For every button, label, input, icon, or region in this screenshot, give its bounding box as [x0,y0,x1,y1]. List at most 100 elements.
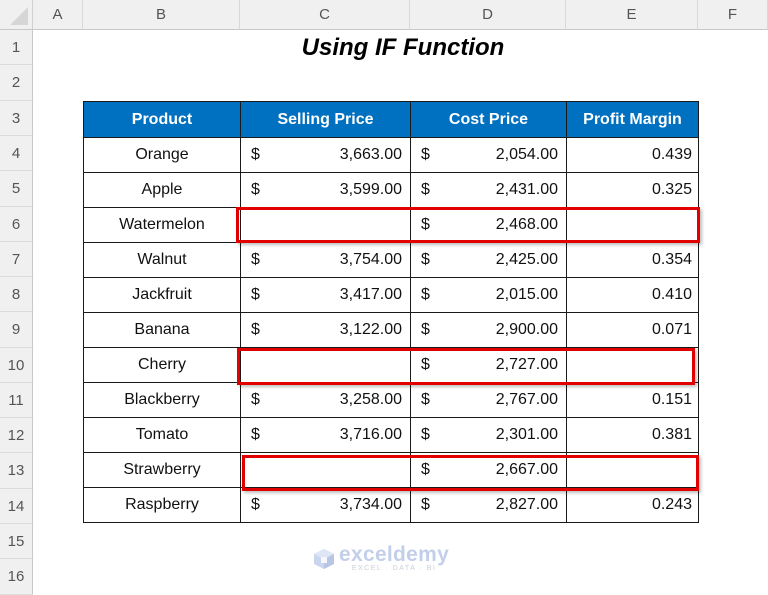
column-header-e[interactable]: E [566,0,698,30]
profit-margin-cell[interactable]: 0.381 [566,417,699,453]
selling-price-cell[interactable]: $3,663.00 [240,137,411,173]
row-header-15[interactable]: 15 [0,524,33,559]
product-cell[interactable]: Tomato [83,417,241,453]
selling-price-cell[interactable]: $3,716.00 [240,417,411,453]
product-cell[interactable]: Jackfruit [83,277,241,313]
selling-price-cell[interactable] [240,452,411,488]
currency-value: $2,767.00 [411,391,566,409]
header-cost-price[interactable]: Cost Price [410,101,567,138]
cost-price-cell[interactable]: $2,900.00 [410,312,567,348]
row-header-16[interactable]: 16 [0,559,33,595]
cost-price-cell[interactable]: $2,425.00 [410,242,567,278]
cost-price-cell[interactable]: $2,827.00 [410,487,567,523]
row-header-4[interactable]: 4 [0,136,33,171]
currency-value: $3,754.00 [241,251,410,269]
product-cell[interactable]: Cherry [83,347,241,383]
cost-price-cell[interactable]: $2,054.00 [410,137,567,173]
row-header-12[interactable]: 12 [0,418,33,453]
product-cell[interactable]: Orange [83,137,241,173]
header-profit-margin[interactable]: Profit Margin [566,101,699,138]
cost-price-cell[interactable]: $2,468.00 [410,207,567,243]
profit-margin-cell[interactable] [566,207,699,243]
selling-price-cell[interactable]: $3,734.00 [240,487,411,523]
row-header-13[interactable]: 13 [0,453,33,489]
profit-margin-cell[interactable]: 0.354 [566,242,699,278]
row-header-8[interactable]: 8 [0,277,33,312]
product-cell[interactable]: Banana [83,312,241,348]
row-header-3[interactable]: 3 [0,101,33,136]
product-cell[interactable]: Apple [83,172,241,208]
profit-margin-cell[interactable]: 0.325 [566,172,699,208]
currency-value: $2,301.00 [411,426,566,444]
selling-price-cell[interactable]: $3,122.00 [240,312,411,348]
currency-value: $3,734.00 [241,496,410,514]
row-header-11[interactable]: 11 [0,383,33,418]
column-header-b[interactable]: B [83,0,240,30]
product-cell[interactable]: Strawberry [83,452,241,488]
selling-price-cell[interactable]: $3,754.00 [240,242,411,278]
currency-symbol: $ [421,461,430,478]
currency-value: $2,425.00 [411,251,566,269]
profit-margin-cell[interactable] [566,452,699,488]
profit-margin-cell[interactable] [566,347,699,383]
profit-margin-cell[interactable]: 0.410 [566,277,699,313]
product-cell[interactable]: Walnut [83,242,241,278]
profit-margin-value: 0.410 [651,286,692,303]
amount: 2,301.00 [495,426,558,443]
amount: 3,417.00 [339,286,402,303]
table-row: Banana $3,122.00 $2,900.00 0.071 [83,312,699,348]
currency-symbol: $ [251,251,260,268]
row-header-1[interactable]: 1 [0,30,33,65]
cost-price-cell[interactable]: $2,015.00 [410,277,567,313]
currency-value: $3,122.00 [241,321,410,339]
table-row: Cherry $2,727.00 [83,347,699,383]
selling-price-cell[interactable] [240,207,411,243]
cost-price-cell[interactable]: $2,727.00 [410,347,567,383]
currency-symbol: $ [421,216,430,233]
amount: 2,727.00 [495,356,558,373]
row-header-7[interactable]: 7 [0,242,33,277]
currency-symbol: $ [421,391,430,408]
row-header-2[interactable]: 2 [0,65,33,101]
table-row: Jackfruit $3,417.00 $2,015.00 0.410 [83,277,699,313]
column-header-a[interactable]: A [33,0,83,30]
product-cell[interactable]: Blackberry [83,382,241,418]
currency-value: $2,727.00 [411,356,566,374]
currency-value: $2,054.00 [411,146,566,164]
header-selling-price[interactable]: Selling Price [240,101,411,138]
profit-margin-cell[interactable]: 0.243 [566,487,699,523]
currency-symbol: $ [421,251,430,268]
selling-price-cell[interactable]: $3,417.00 [240,277,411,313]
amount: 2,431.00 [495,181,558,198]
selling-price-cell[interactable]: $3,258.00 [240,382,411,418]
cost-price-cell[interactable]: $2,667.00 [410,452,567,488]
currency-symbol: $ [251,321,260,338]
row-header-10[interactable]: 10 [0,348,33,383]
profit-margin-cell[interactable]: 0.439 [566,137,699,173]
row-header-9[interactable]: 9 [0,312,33,348]
product-cell[interactable]: Watermelon [83,207,241,243]
column-header-f[interactable]: F [698,0,768,30]
profit-margin-cell[interactable]: 0.071 [566,312,699,348]
selling-price-cell[interactable] [240,347,411,383]
selling-price-cell[interactable]: $3,599.00 [240,172,411,208]
cost-price-cell[interactable]: $2,301.00 [410,417,567,453]
row-header-6[interactable]: 6 [0,207,33,242]
cost-price-cell[interactable]: $2,767.00 [410,382,567,418]
currency-symbol: $ [251,146,260,163]
header-product[interactable]: Product [83,101,241,138]
row-header-5[interactable]: 5 [0,171,33,207]
table-row: Watermelon $2,468.00 [83,207,699,243]
product-cell[interactable]: Raspberry [83,487,241,523]
amount: 3,122.00 [339,321,402,338]
profit-margin-cell[interactable]: 0.151 [566,382,699,418]
column-header-d[interactable]: D [410,0,566,30]
amount: 3,663.00 [339,146,402,163]
select-all-corner[interactable] [0,0,33,30]
row-header-14[interactable]: 14 [0,489,33,524]
cost-price-cell[interactable]: $2,431.00 [410,172,567,208]
watermark-tagline: EXCEL · DATA · BI [351,565,437,572]
amount: 2,667.00 [495,461,558,478]
column-header-c[interactable]: C [240,0,410,30]
exceldemy-logo-icon [314,549,334,569]
